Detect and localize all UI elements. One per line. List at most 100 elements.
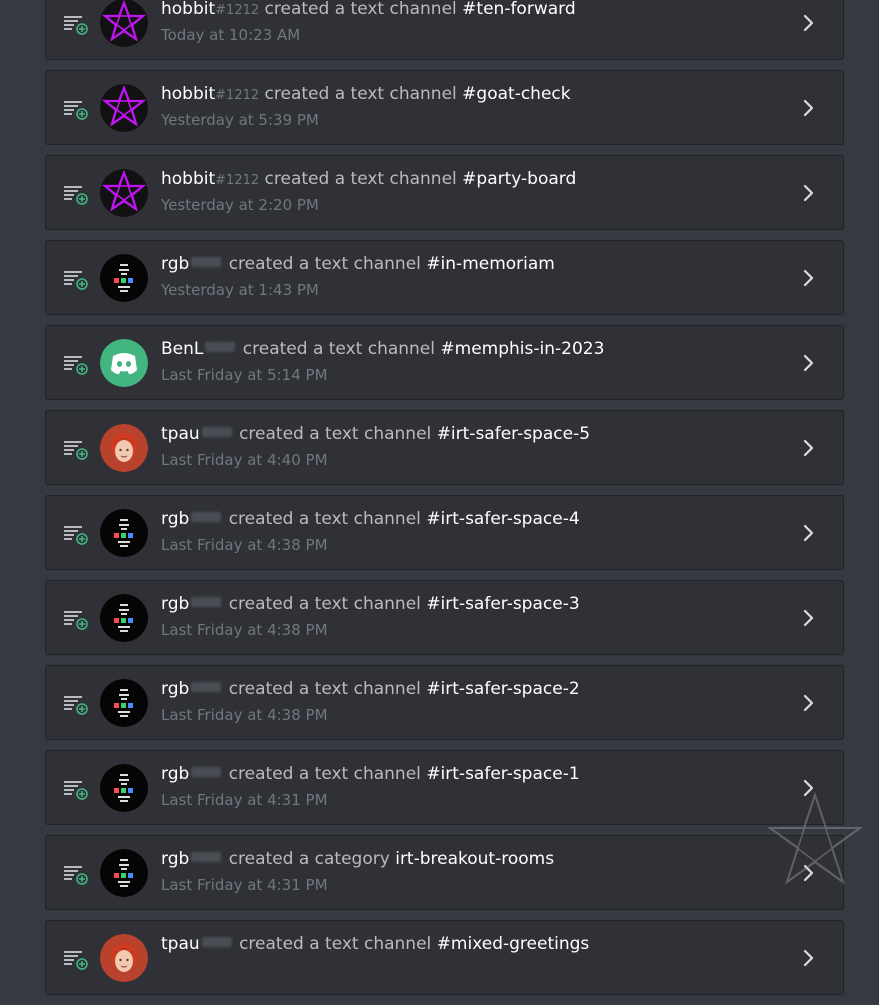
action-text: created a text channel xyxy=(228,254,421,274)
entry-text: rgb created a text channel #irt-safer-sp… xyxy=(161,508,783,555)
action-text: created a text channel xyxy=(228,679,421,699)
user-discriminator: #1212 xyxy=(215,173,260,188)
audit-log-entry-7[interactable]: rgb created a text channel #irt-safer-sp… xyxy=(45,580,844,655)
user-name[interactable]: hobbit xyxy=(161,0,215,19)
rgb-avatar-art xyxy=(120,689,128,691)
rgb-avatar-art xyxy=(121,278,126,283)
user-name[interactable]: rgb xyxy=(161,254,189,274)
audit-log-entry-8[interactable]: rgb created a text channel #irt-safer-sp… xyxy=(45,665,844,740)
audit-log-entry-4[interactable]: BenL created a text channel #memphis-in-… xyxy=(45,325,844,400)
target-name: #mixed-greetings xyxy=(436,934,590,954)
rgb-avatar-art xyxy=(120,715,128,717)
audit-log-entry-10[interactable]: rgb created a category irt-breakout-room… xyxy=(45,835,844,910)
photo-avatar-art xyxy=(100,934,148,982)
entry-summary: hobbit#1212 created a text channel #part… xyxy=(161,168,783,192)
audit-log-entry-0[interactable]: hobbit#1212 created a text channel #ten-… xyxy=(45,0,844,60)
rgb-avatar-art xyxy=(118,881,130,883)
user-name[interactable]: rgb xyxy=(161,594,189,614)
rgb-avatar-art xyxy=(120,604,128,606)
channel-create-icon xyxy=(64,101,88,120)
user-name[interactable]: rgb xyxy=(161,509,189,529)
rgb-avatar-art xyxy=(119,524,129,526)
photo-avatar-art xyxy=(119,448,122,452)
rgb-avatar-art xyxy=(120,290,128,292)
rgb-avatar-art xyxy=(114,618,119,623)
redacted-discriminator xyxy=(191,597,222,607)
rgb-avatar-art xyxy=(121,698,127,700)
rgb-avatar-art xyxy=(118,626,130,628)
audit-log-entry-1[interactable]: hobbit#1212 created a text channel #goat… xyxy=(45,70,844,145)
photo-avatar[interactable] xyxy=(100,934,148,982)
audit-log-entry-11[interactable]: tpau created a text channel #mixed-greet… xyxy=(45,920,844,995)
user-name[interactable]: rgb xyxy=(161,679,189,699)
rgb-avatar-art xyxy=(118,286,130,288)
rgb-avatar-art xyxy=(121,703,126,708)
audit-log-entry-2[interactable]: hobbit#1212 created a text channel #part… xyxy=(45,155,844,230)
chevron-right-icon[interactable] xyxy=(803,863,815,883)
rgb-avatar-art xyxy=(128,618,133,623)
photo-avatar-art xyxy=(100,424,148,472)
user-name[interactable]: hobbit xyxy=(161,84,215,104)
photo-avatar[interactable] xyxy=(100,424,148,472)
rgb-avatar-art xyxy=(128,703,133,708)
entry-summary: rgb created a text channel #irt-safer-sp… xyxy=(161,593,783,617)
rgb-avatar-art xyxy=(100,849,148,897)
channel-create-icon xyxy=(64,16,88,35)
chevron-right-icon[interactable] xyxy=(803,693,815,713)
chevron-right-icon[interactable] xyxy=(803,98,815,118)
user-discriminator: #1212 xyxy=(215,3,260,18)
audit-log-entry-3[interactable]: rgb created a text channel #in-memoriam … xyxy=(45,240,844,315)
chevron-right-icon[interactable] xyxy=(803,268,815,288)
user-name[interactable]: BenL xyxy=(161,339,203,359)
chevron-right-icon[interactable] xyxy=(803,183,815,203)
entry-text: rgb created a text channel #irt-safer-sp… xyxy=(161,678,783,725)
entry-summary: rgb created a category irt-breakout-room… xyxy=(161,848,783,872)
pentagram-avatar-art xyxy=(100,169,148,217)
chevron-right-icon[interactable] xyxy=(803,438,815,458)
rgb-avatar-art xyxy=(114,788,119,793)
redacted-discriminator xyxy=(191,682,222,692)
rgb-avatar[interactable] xyxy=(100,764,148,812)
user-name[interactable]: rgb xyxy=(161,849,189,869)
rgb-avatar-art xyxy=(114,278,119,283)
audit-log-entry-6[interactable]: rgb created a text channel #irt-safer-sp… xyxy=(45,495,844,570)
user-name[interactable]: rgb xyxy=(161,764,189,784)
chevron-right-icon[interactable] xyxy=(803,778,815,798)
rgb-avatar[interactable] xyxy=(100,594,148,642)
user-name[interactable]: hobbit xyxy=(161,169,215,189)
rgb-avatar[interactable] xyxy=(100,679,148,727)
redacted-discriminator xyxy=(191,852,222,862)
chevron-right-icon[interactable] xyxy=(803,948,815,968)
pentagram-avatar-art xyxy=(100,0,148,47)
rgb-avatar-art xyxy=(121,528,127,530)
photo-avatar-art xyxy=(119,958,122,962)
action-text: created a text channel xyxy=(264,0,457,19)
entry-text: rgb created a text channel #in-memoriam … xyxy=(161,253,783,300)
discord-avatar[interactable] xyxy=(100,339,148,387)
pentagram-avatar[interactable] xyxy=(100,84,148,132)
chevron-right-icon[interactable] xyxy=(803,13,815,33)
channel-create-icon xyxy=(64,186,88,205)
rgb-avatar[interactable] xyxy=(100,509,148,557)
channel-create-icon xyxy=(64,526,88,545)
audit-log-entry-9[interactable]: rgb created a text channel #irt-safer-sp… xyxy=(45,750,844,825)
user-name[interactable]: tpau xyxy=(161,424,200,444)
action-text: created a text channel xyxy=(264,169,457,189)
redacted-discriminator xyxy=(191,512,222,522)
chevron-right-icon[interactable] xyxy=(803,353,815,373)
rgb-avatar-art xyxy=(119,609,129,611)
audit-log-entry-5[interactable]: tpau created a text channel #irt-safer-s… xyxy=(45,410,844,485)
target-name: #irt-safer-space-2 xyxy=(426,679,580,699)
chevron-right-icon[interactable] xyxy=(803,608,815,628)
entry-text: hobbit#1212 created a text channel #goat… xyxy=(161,83,783,130)
rgb-avatar[interactable] xyxy=(100,254,148,302)
redacted-discriminator xyxy=(191,767,222,777)
rgb-avatar[interactable] xyxy=(100,849,148,897)
pentagram-avatar[interactable] xyxy=(100,0,148,47)
rgb-avatar-art xyxy=(100,764,148,812)
chevron-right-icon[interactable] xyxy=(803,523,815,543)
pentagram-avatar[interactable] xyxy=(100,169,148,217)
channel-create-icon xyxy=(64,866,88,885)
user-name[interactable]: tpau xyxy=(161,934,200,954)
pentagram-avatar-art xyxy=(100,0,148,47)
